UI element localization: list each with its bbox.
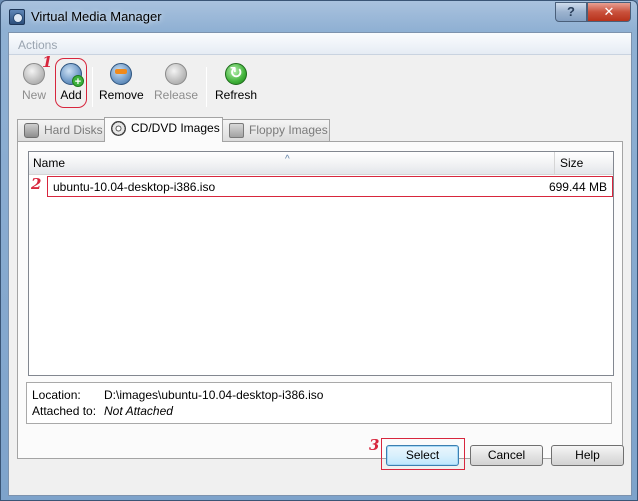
tab-hard-disks[interactable]: Hard Disks	[17, 119, 105, 141]
tab-cd-dvd-images[interactable]: CD/DVD Images	[104, 117, 223, 142]
select-button[interactable]: Select	[386, 445, 459, 466]
tab-floppy-images[interactable]: Floppy Images	[222, 119, 330, 141]
cancel-button[interactable]: Cancel	[470, 445, 543, 466]
refresh-button[interactable]: ↻ Refresh	[213, 63, 259, 102]
location-value: D:\images\ubuntu-10.04-desktop-i386.iso	[104, 388, 324, 402]
virtual-media-manager-window: Virtual Media Manager ? ✕ Actions New 1 …	[0, 0, 638, 501]
toolbar-separator	[206, 67, 207, 107]
add-label: Add	[60, 88, 82, 102]
annotation-box-row	[47, 176, 613, 197]
release-button[interactable]: Release	[153, 63, 199, 102]
cd-dvd-icon	[111, 121, 126, 136]
title-help-button[interactable]: ?	[555, 2, 587, 22]
window-title: Virtual Media Manager	[31, 9, 162, 24]
location-label: Location:	[32, 388, 81, 402]
tab-floppy-images-label: Floppy Images	[249, 123, 328, 137]
list-header: Name ^ Size	[29, 152, 613, 175]
annotation-number-1: 1	[42, 53, 53, 71]
new-label: New	[21, 88, 46, 102]
virtualbox-app-icon	[9, 9, 25, 25]
add-disk-icon: +	[60, 63, 84, 88]
column-header-name[interactable]: Name ^	[29, 152, 555, 175]
column-header-size[interactable]: Size	[556, 152, 613, 175]
refresh-label: Refresh	[214, 88, 258, 102]
attached-to-value: Not Attached	[104, 404, 173, 418]
details-pane: Location: D:\images\ubuntu-10.04-desktop…	[26, 382, 612, 424]
sort-ascending-icon: ^	[285, 154, 290, 165]
tab-cd-dvd-images-label: CD/DVD Images	[131, 121, 220, 135]
remove-button[interactable]: Remove	[99, 63, 144, 102]
remove-label: Remove	[99, 88, 144, 102]
cd-dvd-images-panel: Name ^ Size ubuntu-10.04-desktop-i386.is…	[17, 141, 623, 459]
dialog-client-area: Actions New 1 + Add Remove Release ↻ Ref	[8, 32, 632, 496]
release-label: Release	[153, 88, 199, 102]
help-button[interactable]: Help	[551, 445, 624, 466]
media-list[interactable]: Name ^ Size ubuntu-10.04-desktop-i386.is…	[28, 151, 614, 376]
toolbar-separator	[92, 67, 93, 107]
refresh-icon: ↻	[225, 63, 247, 85]
annotation-number-3: 3	[369, 436, 380, 454]
actions-menu-bar: Actions	[9, 33, 631, 55]
tab-hard-disks-label: Hard Disks	[44, 123, 103, 137]
actions-menu[interactable]: Actions	[18, 38, 57, 52]
remove-disk-icon	[110, 63, 132, 85]
title-bar[interactable]: Virtual Media Manager ? ✕	[1, 1, 637, 33]
attached-to-label: Attached to:	[32, 404, 97, 418]
title-close-button[interactable]: ✕	[587, 2, 631, 22]
annotation-number-2: 2	[31, 175, 42, 193]
hard-disk-icon	[24, 123, 39, 138]
release-disk-icon	[165, 63, 187, 85]
add-button[interactable]: + Add	[57, 63, 85, 102]
plus-icon: +	[72, 75, 84, 88]
floppy-disk-icon	[229, 123, 244, 138]
